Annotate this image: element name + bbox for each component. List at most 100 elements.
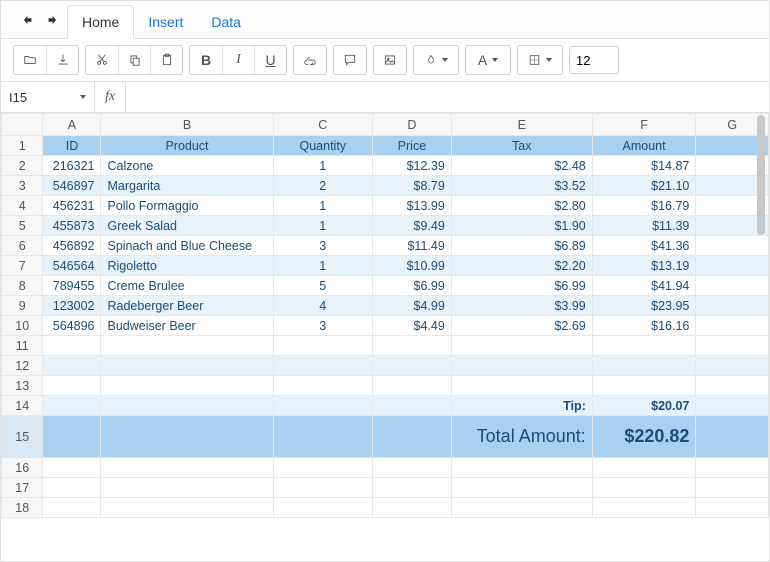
cell[interactable]: $13.19 — [592, 256, 696, 276]
cell[interactable]: 546897 — [43, 176, 101, 196]
cell[interactable]: $6.99 — [451, 276, 592, 296]
cell[interactable]: $16.79 — [592, 196, 696, 216]
cell[interactable] — [43, 376, 101, 396]
cell[interactable]: $41.36 — [592, 236, 696, 256]
cell[interactable]: 456231 — [43, 196, 101, 216]
open-button[interactable] — [14, 46, 46, 74]
font-size-input[interactable] — [569, 46, 619, 74]
row-header[interactable]: 12 — [2, 356, 43, 376]
undo-icon[interactable] — [21, 13, 35, 30]
cell[interactable]: 546564 — [43, 256, 101, 276]
cell[interactable] — [101, 336, 273, 356]
cell[interactable] — [101, 376, 273, 396]
vertical-scrollbar[interactable] — [757, 113, 767, 543]
cell[interactable]: $6.99 — [373, 276, 452, 296]
cell[interactable]: Greek Salad — [101, 216, 273, 236]
download-button[interactable] — [46, 46, 78, 74]
cell[interactable] — [273, 356, 373, 376]
cell[interactable]: ID — [43, 136, 101, 156]
cell[interactable] — [451, 376, 592, 396]
col-header[interactable]: E — [451, 114, 592, 136]
row-header[interactable]: 6 — [2, 236, 43, 256]
cell[interactable] — [43, 458, 101, 478]
cell[interactable]: $4.99 — [373, 296, 452, 316]
cell[interactable] — [373, 498, 452, 518]
cell[interactable]: 3 — [273, 236, 373, 256]
cell[interactable] — [101, 416, 273, 458]
cell[interactable] — [43, 356, 101, 376]
cell[interactable]: 123002 — [43, 296, 101, 316]
cell[interactable] — [43, 478, 101, 498]
formula-input[interactable] — [126, 82, 769, 112]
cell[interactable]: $3.99 — [451, 296, 592, 316]
cell[interactable] — [273, 336, 373, 356]
cell[interactable]: Amount — [592, 136, 696, 156]
cell[interactable]: Pollo Formaggio — [101, 196, 273, 216]
cell[interactable]: 564896 — [43, 316, 101, 336]
cell[interactable]: $23.95 — [592, 296, 696, 316]
cell[interactable] — [592, 478, 696, 498]
cell[interactable]: Budweiser Beer — [101, 316, 273, 336]
borders-button[interactable] — [518, 46, 562, 74]
link-button[interactable] — [294, 46, 326, 74]
row-header[interactable]: 2 — [2, 156, 43, 176]
row-header[interactable]: 15 — [2, 416, 43, 458]
cell[interactable]: 2 — [273, 176, 373, 196]
cell[interactable] — [273, 396, 373, 416]
cell[interactable] — [101, 478, 273, 498]
cell[interactable]: 1 — [273, 196, 373, 216]
cell[interactable]: $8.79 — [373, 176, 452, 196]
cell[interactable]: 216321 — [43, 156, 101, 176]
cell[interactable]: $16.16 — [592, 316, 696, 336]
paste-button[interactable] — [150, 46, 182, 74]
cell[interactable]: 1 — [273, 216, 373, 236]
bold-button[interactable]: B — [190, 46, 222, 74]
cell[interactable] — [451, 458, 592, 478]
tab-insert[interactable]: Insert — [134, 6, 197, 38]
cell[interactable]: $21.10 — [592, 176, 696, 196]
cell[interactable]: 456892 — [43, 236, 101, 256]
cell[interactable]: 5 — [273, 276, 373, 296]
cell[interactable] — [451, 336, 592, 356]
row-header[interactable]: 1 — [2, 136, 43, 156]
cell[interactable]: 3 — [273, 316, 373, 336]
cell[interactable]: 4 — [273, 296, 373, 316]
cell[interactable]: 1 — [273, 156, 373, 176]
cell[interactable]: Calzone — [101, 156, 273, 176]
select-all-corner[interactable] — [2, 114, 43, 136]
text-color-button[interactable]: A — [466, 46, 510, 74]
cell[interactable]: $6.89 — [451, 236, 592, 256]
cell[interactable]: $10.99 — [373, 256, 452, 276]
cell[interactable]: $12.39 — [373, 156, 452, 176]
scrollbar-thumb[interactable] — [757, 115, 765, 235]
cell[interactable] — [101, 498, 273, 518]
row-header[interactable]: 10 — [2, 316, 43, 336]
cell[interactable]: 455873 — [43, 216, 101, 236]
cell-reference-box[interactable]: I15 — [1, 82, 95, 112]
cell[interactable] — [451, 498, 592, 518]
copy-button[interactable] — [118, 46, 150, 74]
cell[interactable] — [273, 416, 373, 458]
cell[interactable] — [373, 478, 452, 498]
cell[interactable] — [43, 336, 101, 356]
cell[interactable] — [273, 478, 373, 498]
comment-button[interactable] — [334, 46, 366, 74]
cell[interactable] — [451, 356, 592, 376]
cell[interactable]: $13.99 — [373, 196, 452, 216]
row-header[interactable]: 3 — [2, 176, 43, 196]
col-header[interactable]: C — [273, 114, 373, 136]
cell[interactable] — [373, 336, 452, 356]
cell[interactable]: Creme Brulee — [101, 276, 273, 296]
cell[interactable]: Rigoletto — [101, 256, 273, 276]
col-header[interactable]: F — [592, 114, 696, 136]
cell[interactable]: 1 — [273, 256, 373, 276]
row-header[interactable]: 13 — [2, 376, 43, 396]
cell[interactable]: $11.39 — [592, 216, 696, 236]
cell[interactable]: $9.49 — [373, 216, 452, 236]
cell[interactable]: $3.52 — [451, 176, 592, 196]
cell[interactable]: Product — [101, 136, 273, 156]
cell[interactable] — [592, 336, 696, 356]
sheet-grid[interactable]: A B C D E F G 1IDProductQuantityPriceTax… — [1, 113, 769, 543]
cell[interactable] — [592, 458, 696, 478]
cell[interactable] — [592, 376, 696, 396]
